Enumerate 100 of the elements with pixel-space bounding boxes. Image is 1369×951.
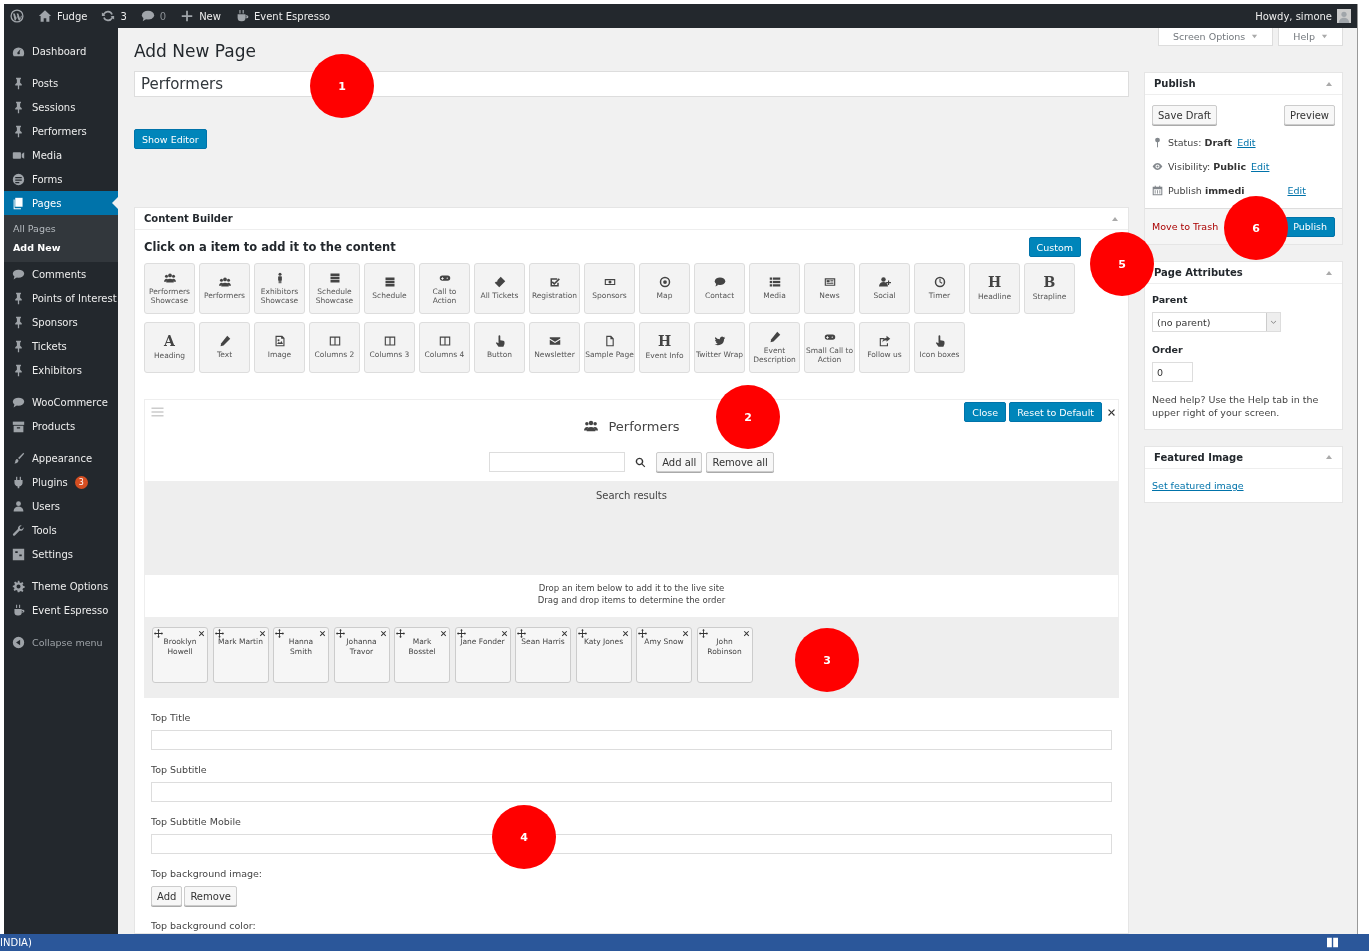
sidebar-item[interactable]: WooCommerce: [4, 390, 118, 414]
close-icon: [258, 630, 266, 637]
close-icon: [198, 630, 205, 637]
image-icon: [273, 335, 286, 348]
move-icon: [456, 629, 466, 638]
sidebar-item[interactable]: Forms: [4, 167, 118, 191]
sidebar-item[interactable]: Performers: [4, 119, 118, 143]
submenu-item[interactable]: Add New: [4, 238, 118, 257]
edit-link[interactable]: Edit: [1251, 160, 1270, 172]
add-all-button[interactable]: Add all: [656, 452, 703, 472]
sidebar-item[interactable]: Comments: [4, 262, 118, 286]
thumbtack-icon: [12, 76, 25, 90]
thumbtack-icon: [12, 363, 25, 377]
speech-bubble-icon: [12, 395, 25, 409]
count-badge: 3: [74, 475, 88, 489]
sidebar-item[interactable]: Posts: [4, 71, 118, 95]
publish-button[interactable]: Publish: [1285, 216, 1335, 237]
results-label: Search results: [595, 490, 667, 501]
new-link[interactable]: New: [180, 9, 221, 23]
move-icon: [335, 629, 345, 638]
wrench-icon: [12, 523, 25, 537]
account-menu[interactable]: Howdy, simone: [1255, 9, 1351, 23]
plugin-link[interactable]: Event Espresso: [234, 9, 331, 23]
sidebar-item[interactable]: Users: [4, 494, 118, 518]
sidebar-item[interactable]: Theme Options: [4, 574, 118, 598]
gear-icon: [12, 579, 25, 593]
search-field[interactable]: [489, 452, 626, 472]
close-icon: [379, 630, 387, 637]
move-icon: [154, 629, 163, 638]
close-icon: [500, 630, 508, 637]
field-label: Order: [1152, 344, 1184, 356]
columns-icon: [383, 335, 396, 348]
share-icon: [878, 335, 891, 348]
thumbtack-icon: [12, 100, 25, 114]
trash-link[interactable]: Move to Trash: [1152, 221, 1219, 232]
text-field[interactable]: [151, 782, 1112, 802]
collapse-menu[interactable]: Collapse menu: [4, 630, 118, 654]
sidebar-item[interactable]: Pages: [4, 191, 118, 215]
sidebar-item[interactable]: Plugins 3: [4, 470, 118, 494]
logo-menu[interactable]: [10, 9, 24, 23]
settings-icon: [12, 547, 25, 561]
people-icon: [163, 271, 176, 284]
field-label: Top Subtitle: [151, 764, 208, 776]
submenu-item[interactable]: All Pages: [4, 219, 118, 238]
hint-text: Drag and drop items to determine the order: [537, 595, 726, 605]
remove-button[interactable]: Remove: [184, 886, 237, 906]
close-icon: [682, 630, 689, 637]
preview-button[interactable]: Preview: [1284, 105, 1335, 125]
sidebar-item[interactable]: Exhibitors: [4, 358, 118, 382]
calendar-icon: [1152, 184, 1163, 196]
edit-link[interactable]: Edit: [1287, 184, 1306, 196]
eye-icon: [1152, 160, 1163, 172]
sidebar-item[interactable]: Points of Interest: [4, 286, 118, 310]
parent-dropdown[interactable]: (no parent): [1152, 312, 1281, 332]
order-field[interactable]: 0: [1152, 362, 1193, 382]
custom-button[interactable]: Custom: [1028, 237, 1081, 257]
edit-link[interactable]: Edit: [1237, 136, 1256, 148]
thumbtack-icon: [12, 124, 25, 138]
sidebar-item[interactable]: Tickets: [4, 334, 118, 358]
screen-tab[interactable]: Help: [1278, 28, 1343, 46]
sidebar-item[interactable]: Tools: [4, 518, 118, 542]
sidebar-item[interactable]: Settings: [4, 542, 118, 566]
sidebar-item[interactable]: Sessions: [4, 95, 118, 119]
stack-icon: [328, 271, 341, 284]
remove-all-button[interactable]: Remove all: [706, 452, 774, 472]
text-field[interactable]: [151, 730, 1112, 750]
envelope-icon: [548, 335, 561, 348]
logo-icon: [10, 9, 24, 23]
sidebar-item[interactable]: Appearance: [4, 446, 118, 470]
drag-handle-icon: [151, 406, 164, 418]
sidebar-item[interactable]: Dashboard: [4, 39, 118, 63]
close-button[interactable]: Close: [964, 402, 1007, 422]
pin-icon: [1152, 136, 1163, 148]
updates-link[interactable]: 3: [101, 9, 127, 23]
sidebar-item[interactable]: Media: [4, 143, 118, 167]
show-editor-button[interactable]: Show Editor: [134, 129, 207, 149]
site-link[interactable]: Fudge: [38, 9, 88, 23]
panel-title: Publish: [1154, 78, 1196, 89]
save-draft-button[interactable]: Save Draft: [1152, 105, 1217, 125]
close-icon: [440, 630, 447, 637]
reset-button[interactable]: Reset to Default: [1009, 402, 1102, 422]
circle-arrow-icon: [12, 635, 25, 649]
help-text: Need help? Use the Help tab in the upper right of your screen.: [1152, 393, 1320, 420]
search-icon: [635, 456, 647, 468]
screen-tab[interactable]: Screen Options: [1158, 28, 1274, 46]
close-icon: [319, 630, 326, 637]
cup-icon: [12, 603, 25, 617]
close-icon: [1107, 407, 1116, 417]
sidebar-item[interactable]: Event Espresso: [4, 598, 118, 622]
move-icon: [577, 629, 587, 638]
speech-bubble-icon: [12, 267, 25, 281]
field-label: Top background color:: [151, 920, 257, 932]
add-button[interactable]: Add: [151, 886, 183, 906]
refresh-icon: [101, 9, 116, 23]
columns-icon: [328, 335, 341, 348]
text-field[interactable]: [151, 834, 1112, 854]
sidebar-item[interactable]: Products: [4, 414, 118, 438]
featured-image-link[interactable]: Set featured image: [1152, 479, 1244, 491]
comments-link[interactable]: 0: [140, 9, 167, 23]
sidebar-item[interactable]: Sponsors: [4, 310, 118, 334]
